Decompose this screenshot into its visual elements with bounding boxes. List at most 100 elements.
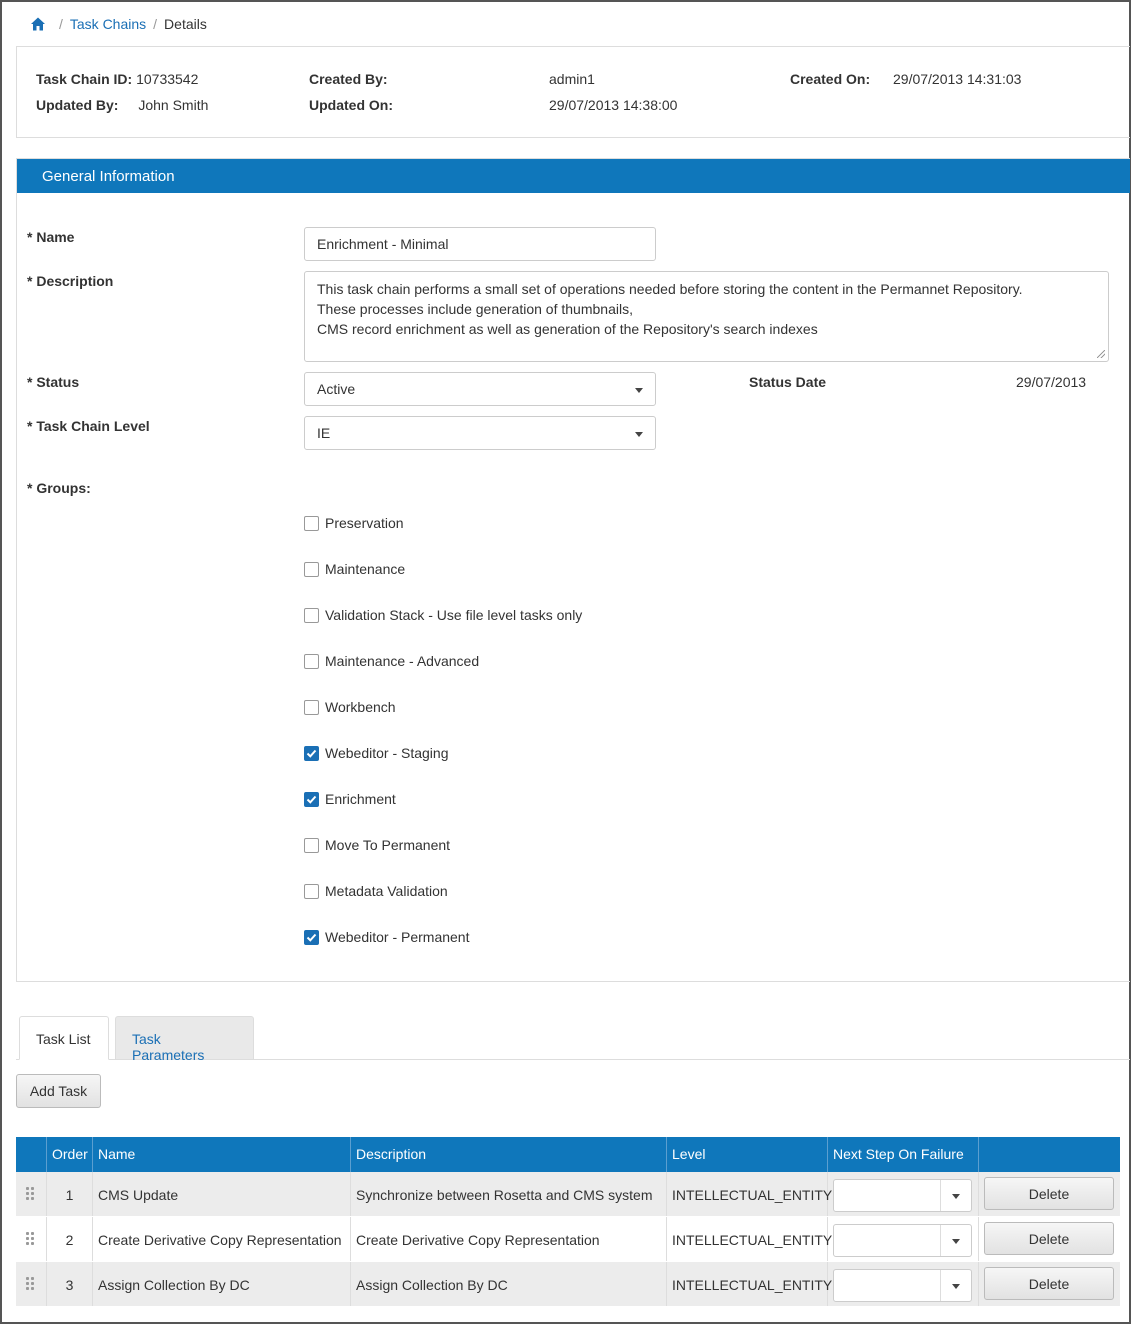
group-checkbox-label[interactable]: Validation Stack - Use file level tasks … — [325, 607, 582, 623]
drag-cell — [16, 1172, 47, 1216]
name-cell: Create Derivative Copy Representation — [93, 1217, 351, 1261]
status-label: * Status — [27, 374, 80, 390]
tab-task-parameters[interactable]: Task Parameters — [115, 1016, 254, 1063]
updated-by-label: Updated By: — [36, 97, 119, 113]
checkbox[interactable] — [304, 883, 319, 899]
created-on-value: 29/07/2013 14:31:03 — [893, 71, 1022, 87]
chevron-down-icon — [635, 388, 643, 393]
group-checkbox-row[interactable]: Enrichment — [304, 791, 396, 807]
task-chain-id-value: 10733542 — [136, 71, 199, 87]
add-task-button[interactable]: Add Task — [16, 1074, 101, 1108]
breadcrumb-current: Details — [164, 16, 207, 32]
checkbox[interactable] — [304, 929, 319, 945]
group-checkbox-row[interactable]: Webeditor - Staging — [304, 745, 448, 761]
status-select[interactable]: Active — [304, 372, 656, 406]
chevron-down-icon — [952, 1284, 960, 1289]
group-checkbox-label[interactable]: Metadata Validation — [325, 883, 448, 899]
actions-cell: Delete — [979, 1172, 1120, 1216]
group-checkbox-label[interactable]: Preservation — [325, 515, 404, 531]
chevron-down-icon — [635, 432, 643, 437]
drag-handle-icon[interactable] — [26, 1232, 36, 1246]
column-header-order[interactable]: Order — [47, 1137, 93, 1172]
order-cell: 1 — [47, 1172, 93, 1216]
group-checkbox-label[interactable]: Webeditor - Permanent — [325, 929, 469, 945]
description-line: CMS record enrichment as well as generat… — [317, 321, 818, 337]
created-by-value: admin1 — [549, 71, 595, 87]
group-checkbox-label[interactable]: Enrichment — [325, 791, 396, 807]
home-icon[interactable] — [30, 16, 46, 32]
order-cell: 3 — [47, 1262, 93, 1306]
checkmark-icon — [306, 795, 317, 804]
checkbox[interactable] — [304, 791, 319, 807]
group-checkbox-label[interactable]: Webeditor - Staging — [325, 745, 448, 761]
table-row: 3 Assign Collection By DC Assign Collectio… — [16, 1262, 1120, 1307]
delete-button[interactable]: Delete — [984, 1177, 1114, 1210]
column-header-drag — [16, 1137, 47, 1172]
breadcrumb-link-task-chains[interactable]: Task Chains — [70, 16, 146, 32]
chevron-down-icon — [952, 1239, 960, 1244]
resize-handle-icon[interactable] — [1097, 350, 1105, 358]
checkbox[interactable] — [304, 653, 319, 669]
drag-handle-icon[interactable] — [26, 1277, 36, 1291]
task-chain-level-label: * Task Chain Level — [27, 418, 150, 434]
name-cell: Assign Collection By DC — [93, 1262, 351, 1306]
actions-cell: Delete — [979, 1262, 1120, 1306]
group-checkbox-row[interactable]: Metadata Validation — [304, 883, 448, 899]
group-checkbox-row[interactable]: Maintenance — [304, 561, 405, 577]
group-checkbox-label[interactable]: Maintenance - Advanced — [325, 653, 479, 669]
next-step-cell — [828, 1217, 979, 1261]
checkbox[interactable] — [304, 837, 319, 853]
group-checkbox-row[interactable]: Validation Stack - Use file level tasks … — [304, 607, 582, 623]
level-cell: INTELLECTUAL_ENTITY — [667, 1262, 832, 1306]
group-checkbox-label[interactable]: Workbench — [325, 699, 396, 715]
checkmark-icon — [306, 933, 317, 942]
checkbox[interactable] — [304, 607, 319, 623]
task-chain-info-box — [16, 46, 1130, 138]
checkbox[interactable] — [304, 745, 319, 761]
task-table: Order Name Description Level Next Step O… — [16, 1137, 1120, 1307]
description-line: This task chain performs a small set of … — [317, 281, 1023, 297]
delete-button[interactable]: Delete — [984, 1222, 1114, 1255]
description-cell: Create Derivative Copy Representation — [351, 1217, 667, 1261]
created-by-label: Created By: — [309, 71, 388, 87]
group-checkbox-row[interactable]: Maintenance - Advanced — [304, 653, 479, 669]
chevron-down-icon — [952, 1194, 960, 1199]
task-chain-level-select[interactable]: IE — [304, 416, 656, 450]
column-header-next-step-on-failure[interactable]: Next Step On Failure — [828, 1137, 979, 1172]
column-header-description[interactable]: Description — [351, 1137, 667, 1172]
group-checkbox-row[interactable]: Workbench — [304, 699, 396, 715]
created-by-label-wrap: Created By: — [309, 71, 388, 87]
level-cell: INTELLECTUAL_ENTITY — [667, 1172, 832, 1216]
description-line: These processes include generation of th… — [317, 301, 633, 317]
status-date-label: Status Date — [749, 374, 827, 390]
drag-handle-icon[interactable] — [26, 1187, 36, 1201]
breadcrumb-separator: / — [153, 16, 158, 32]
group-checkbox-row[interactable]: Preservation — [304, 515, 404, 531]
select-divider — [940, 1225, 941, 1256]
group-checkbox-label[interactable]: Maintenance — [325, 561, 405, 577]
delete-button[interactable]: Delete — [984, 1267, 1114, 1300]
name-input[interactable]: Enrichment - Minimal — [304, 227, 656, 261]
tab-task-list[interactable]: Task List — [19, 1016, 109, 1060]
level-cell: INTELLECTUAL_ENTITY — [667, 1217, 832, 1261]
group-checkbox-label[interactable]: Move To Permanent — [325, 837, 450, 853]
description-label: * Description — [27, 273, 114, 289]
next-step-select[interactable] — [833, 1179, 972, 1212]
column-header-name[interactable]: Name — [93, 1137, 351, 1172]
group-checkbox-row[interactable]: Webeditor - Permanent — [304, 929, 469, 945]
checkbox[interactable] — [304, 561, 319, 577]
drag-cell — [16, 1262, 47, 1306]
description-cell: Assign Collection By DC — [351, 1262, 667, 1306]
updated-on-label: Updated On: — [309, 97, 393, 113]
checkbox[interactable] — [304, 699, 319, 715]
next-step-select[interactable] — [833, 1224, 972, 1257]
order-cell: 2 — [47, 1217, 93, 1261]
updated-on-value: 29/07/2013 14:38:00 — [549, 97, 678, 113]
next-step-cell — [828, 1172, 979, 1216]
checkbox[interactable] — [304, 515, 319, 531]
column-header-level[interactable]: Level — [667, 1137, 828, 1172]
group-checkbox-row[interactable]: Move To Permanent — [304, 837, 450, 853]
description-textarea[interactable]: This task chain performs a small set of … — [304, 271, 1109, 362]
next-step-select[interactable] — [833, 1269, 972, 1302]
table-row: 2 Create Derivative Copy Representation Cr… — [16, 1217, 1120, 1262]
